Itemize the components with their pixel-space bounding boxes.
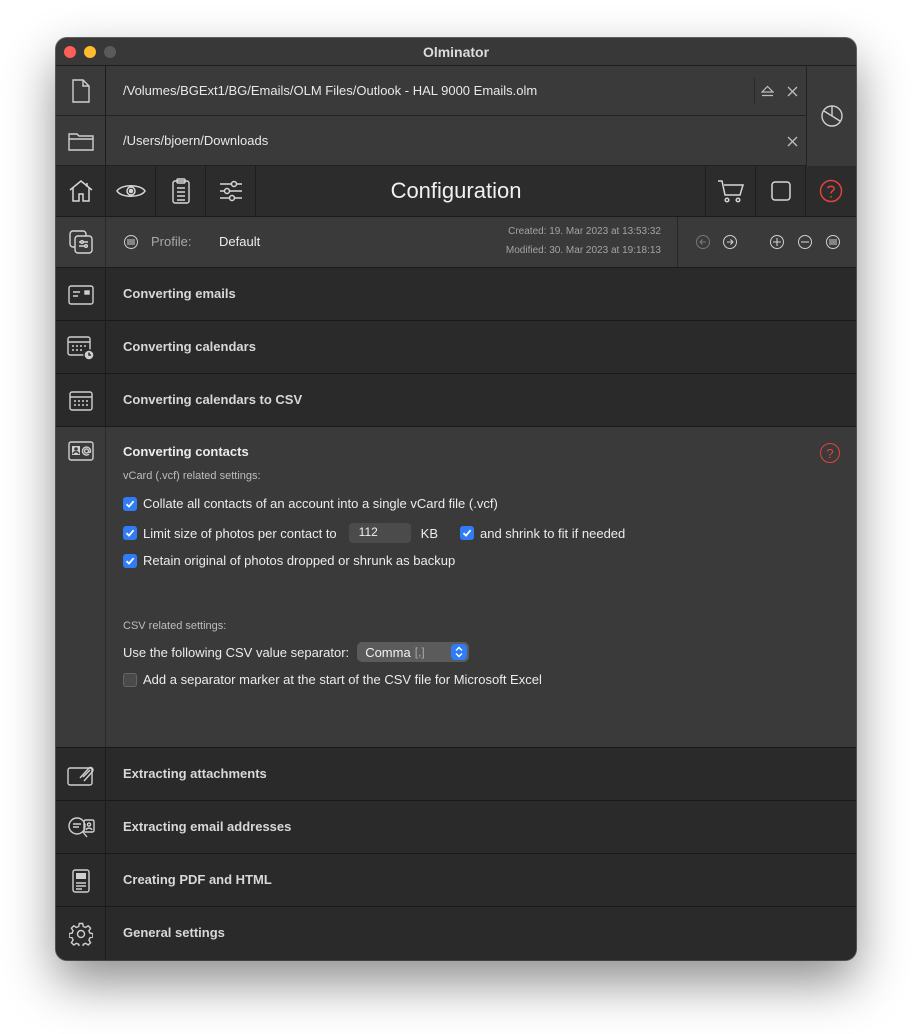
shrink-checkbox[interactable] [460, 526, 474, 540]
section-title: Extracting attachments [123, 766, 267, 781]
retain-checkbox[interactable] [123, 553, 137, 568]
vcard-heading: vCard (.vcf) related settings: [123, 470, 261, 482]
preview-button[interactable] [106, 166, 156, 216]
title-bar: Olminator [56, 38, 856, 66]
separator-select[interactable]: Comma [,] [357, 642, 470, 662]
separator-hint: [,] [414, 645, 425, 659]
next-profile-icon[interactable] [723, 235, 737, 249]
profiles-icon[interactable] [56, 217, 106, 267]
section-converting-calendars[interactable]: Converting calendars [56, 321, 856, 374]
clipboard-icon [171, 178, 190, 204]
add-profile-icon[interactable] [770, 235, 784, 249]
calendar-clock-icon [56, 321, 106, 374]
source-path[interactable]: /Volumes/BGExt1/BG/Emails/OLM Files/Outl… [123, 83, 537, 98]
section-title[interactable]: Converting contacts [123, 444, 249, 459]
limit-label[interactable]: Limit size of photos per contact to [143, 526, 337, 541]
section-converting-emails[interactable]: Converting emails [56, 268, 856, 321]
close-window-button[interactable] [64, 46, 76, 58]
separator-label: Use the following CSV value separator: [123, 644, 350, 660]
destination-folder-row: /Users/bjoern/Downloads [56, 116, 806, 166]
clear-destination-icon[interactable] [779, 128, 805, 154]
home-icon [69, 180, 92, 202]
profile-menu-icon[interactable] [124, 235, 138, 249]
statistics-button[interactable] [806, 66, 856, 166]
store-button[interactable] [705, 166, 755, 216]
toolbar: Configuration [56, 166, 856, 217]
contact-card-icon [56, 427, 106, 747]
photo-size-input[interactable]: 112 [348, 523, 411, 543]
home-button[interactable] [56, 166, 106, 216]
attachment-icon [56, 748, 106, 801]
retain-label[interactable]: Retain original of photos dropped or shr… [143, 553, 455, 568]
eject-icon[interactable] [754, 78, 780, 104]
address-search-icon [56, 801, 106, 854]
section-title: Converting calendars [123, 339, 256, 354]
section-general-settings[interactable]: General settings [56, 907, 856, 960]
marker-label[interactable]: Add a separator marker at the start of t… [143, 672, 542, 687]
limit-checkbox[interactable] [123, 526, 137, 540]
profile-name[interactable]: Default [219, 234, 260, 249]
page-title: Configuration [390, 178, 522, 203]
chevron-up-down-icon [451, 644, 468, 660]
section-extracting-addresses[interactable]: Extracting email addresses [56, 801, 856, 854]
contacts-help-icon[interactable]: ? [820, 443, 840, 463]
marker-option: Add a separator marker at the start of t… [123, 672, 542, 687]
cart-icon [717, 180, 744, 203]
profile-divider [677, 217, 678, 267]
square-icon [770, 181, 791, 201]
window-mode-button[interactable] [755, 166, 805, 216]
folder-icon[interactable] [56, 116, 106, 166]
remove-profile-icon[interactable] [798, 235, 812, 249]
log-button[interactable] [156, 166, 206, 216]
profile-created: Created: 19. Mar 2023 at 13:53:32 [508, 226, 661, 237]
zoom-window-button[interactable] [104, 46, 116, 58]
separator-value: Comma [365, 644, 411, 660]
configuration-button[interactable] [206, 166, 256, 216]
email-card-icon [56, 268, 106, 321]
previous-profile-icon[interactable] [696, 235, 710, 249]
separator-option: Use the following CSV value separator: C… [123, 642, 470, 662]
app-window: Olminator /Volumes/BGExt1/BG/Emails/OLM … [56, 38, 856, 960]
marker-checkbox[interactable] [123, 672, 137, 687]
clear-source-icon[interactable] [779, 78, 805, 104]
eye-icon [115, 185, 146, 197]
pie-chart-icon [820, 105, 843, 127]
profile-bar: Profile: Default Created: 19. Mar 2023 a… [56, 217, 856, 268]
minimize-window-button[interactable] [84, 46, 96, 58]
retain-option: Retain original of photos dropped or shr… [123, 553, 455, 568]
section-title: Creating PDF and HTML [123, 872, 272, 887]
section-title: General settings [123, 925, 225, 940]
section-converting-contacts: Converting contacts ? vCard (.vcf) relat… [56, 427, 856, 748]
photo-size-unit: KB [420, 525, 438, 541]
section-converting-calendars-csv[interactable]: Converting calendars to CSV [56, 374, 856, 427]
window-title: Olminator [422, 43, 490, 60]
limit-option: Limit size of photos per contact to 112 … [123, 523, 625, 543]
document-icon [56, 854, 106, 907]
shrink-label[interactable]: and shrink to fit if needed [480, 526, 625, 541]
source-file-row: /Volumes/BGExt1/BG/Emails/OLM Files/Outl… [56, 66, 806, 116]
calendar-icon [56, 374, 106, 427]
collate-checkbox[interactable] [123, 496, 137, 511]
file-icon[interactable] [56, 66, 106, 116]
section-title: Extracting email addresses [123, 819, 292, 834]
collate-label[interactable]: Collate all contacts of an account into … [143, 496, 498, 511]
section-title: Converting emails [123, 286, 236, 301]
profile-settings-icon[interactable] [826, 235, 840, 249]
sliders-icon [219, 180, 242, 202]
section-extracting-attachments[interactable]: Extracting attachments [56, 748, 856, 801]
help-button[interactable] [805, 166, 855, 216]
csv-heading: CSV related settings: [123, 620, 227, 632]
window-controls [64, 46, 116, 58]
gear-icon [56, 907, 106, 960]
section-creating-pdf[interactable]: Creating PDF and HTML [56, 854, 856, 907]
section-title: Converting calendars to CSV [123, 392, 303, 407]
profile-label: Profile: [151, 234, 192, 249]
question-icon [819, 179, 842, 203]
collate-option: Collate all contacts of an account into … [123, 496, 498, 511]
destination-path[interactable]: /Users/bjoern/Downloads [123, 133, 268, 148]
profile-modified: Modified: 30. Mar 2023 at 19:18:13 [505, 245, 661, 256]
